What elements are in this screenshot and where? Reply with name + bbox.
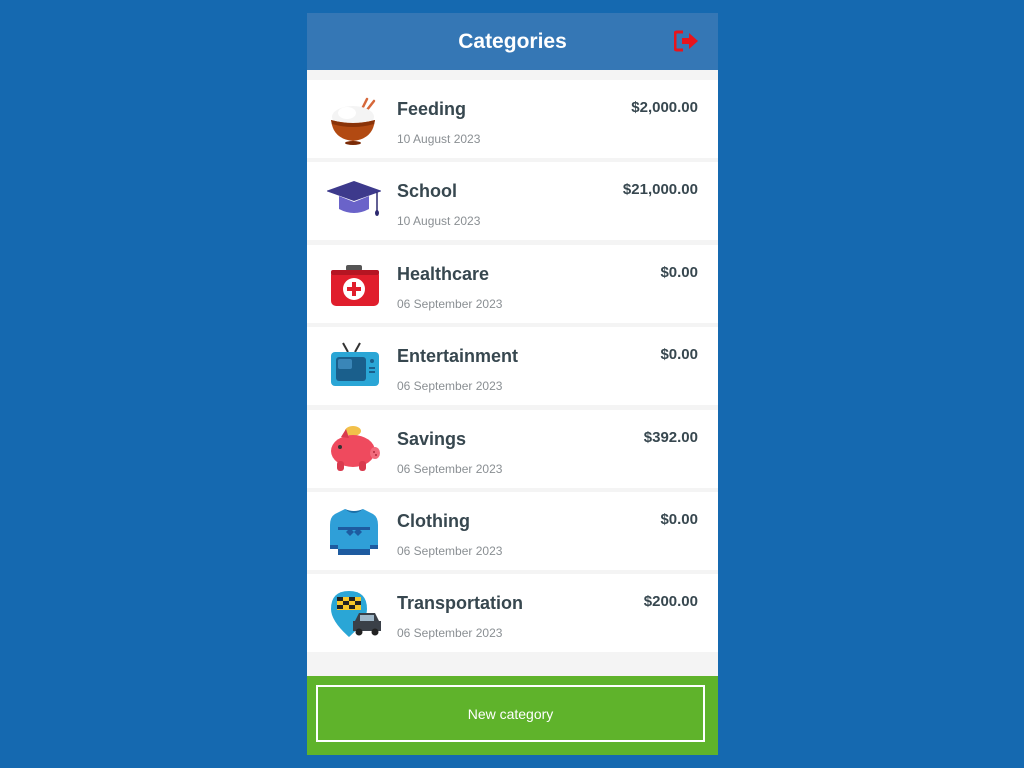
category-amount: $0.00	[660, 346, 698, 364]
category-name: School	[397, 181, 458, 202]
category-name: Savings	[397, 428, 467, 449]
piggy-bank-icon	[327, 423, 381, 477]
category-row-healthcare[interactable]: Healthcare 06 September 2023 $0.00	[307, 244, 718, 323]
category-row-clothing[interactable]: Clothing 06 September 2023 $0.00	[307, 491, 718, 570]
television-icon	[327, 340, 381, 394]
category-amount: $2,000.00	[631, 99, 698, 116]
category-date: 06 September 2023	[397, 461, 503, 476]
header-bar: Categories	[307, 13, 718, 70]
category-date: 06 September 2023	[397, 296, 503, 311]
footer-bar: New category	[307, 676, 718, 755]
new-category-button[interactable]: New category	[316, 685, 705, 742]
first-aid-kit-icon	[327, 258, 381, 312]
taxi-icon	[327, 587, 381, 641]
category-name: Entertainment	[397, 346, 519, 367]
category-amount: $21,000.00	[622, 181, 698, 199]
category-date: 10 August 2023	[397, 214, 481, 229]
category-date: 06 September 2023	[397, 626, 503, 641]
category-date: 06 September 2023	[397, 379, 503, 394]
category-row-entertainment[interactable]: Entertainment 06 September 2023 $0.00	[307, 327, 718, 406]
category-name: Healthcare	[397, 263, 490, 284]
category-date: 06 September 2023	[397, 543, 503, 558]
category-date: 10 August 2023	[397, 132, 481, 146]
category-name: Clothing	[397, 510, 470, 531]
category-list: Feeding 10 August 2023 $2,000.00 School …	[307, 80, 718, 657]
category-amount: $200.00	[643, 593, 698, 611]
page-title: Categories	[458, 30, 567, 53]
category-name: Feeding	[397, 99, 467, 119]
category-row-school[interactable]: School 10 August 2023 $21,000.00	[307, 162, 718, 241]
category-row-feeding[interactable]: Feeding 10 August 2023 $2,000.00	[307, 80, 718, 158]
category-amount: $0.00	[660, 263, 698, 281]
category-amount: $392.00	[643, 428, 698, 446]
sweater-icon	[327, 505, 381, 559]
logout-icon[interactable]	[673, 30, 700, 52]
app-window: Categories Feeding 10 August 2023 $2,000…	[307, 13, 718, 755]
category-name: Transportation	[397, 593, 524, 614]
graduation-cap-icon	[326, 175, 382, 229]
category-row-savings[interactable]: Savings 06 September 2023 $392.00	[307, 409, 718, 488]
rice-bowl-icon	[327, 93, 381, 147]
category-row-transportation[interactable]: Transportation 06 September 2023 $200.00	[307, 574, 718, 653]
category-amount: $0.00	[660, 510, 698, 528]
